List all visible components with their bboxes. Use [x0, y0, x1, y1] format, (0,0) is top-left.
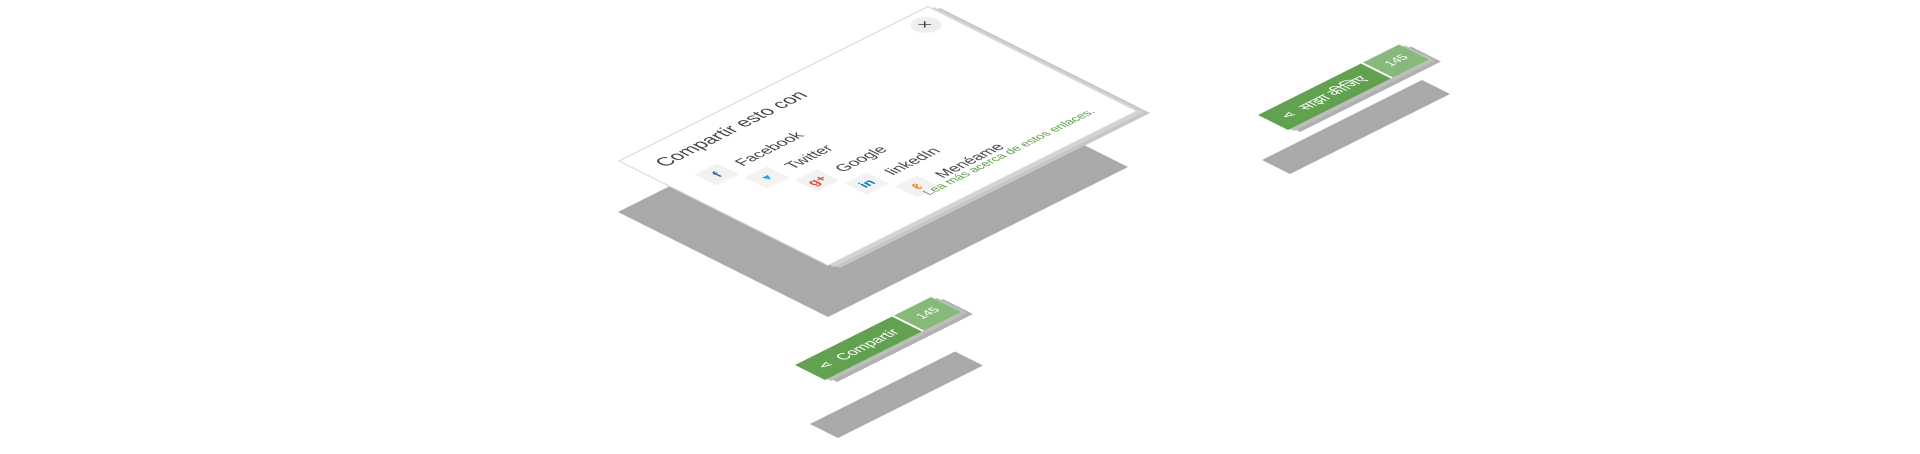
share-button-main[interactable]: ⋖ Compartir [795, 316, 923, 380]
share-icon: ⋖ [813, 358, 838, 371]
stage: Compartir esto con × f Facebook ▾ Twitte… [0, 0, 1920, 454]
close-button[interactable]: × [904, 14, 948, 36]
linkedin-icon: in [845, 172, 889, 195]
facebook-icon: f [695, 163, 739, 186]
close-icon: × [912, 18, 939, 32]
twitter-icon: ▾ [745, 166, 789, 189]
google-plus-icon: g+ [795, 169, 839, 192]
share-button-label: Compartir [830, 326, 903, 363]
share-icon: ⋖ [1276, 108, 1301, 121]
share-button-label: साझा कीजिए [1294, 73, 1372, 113]
